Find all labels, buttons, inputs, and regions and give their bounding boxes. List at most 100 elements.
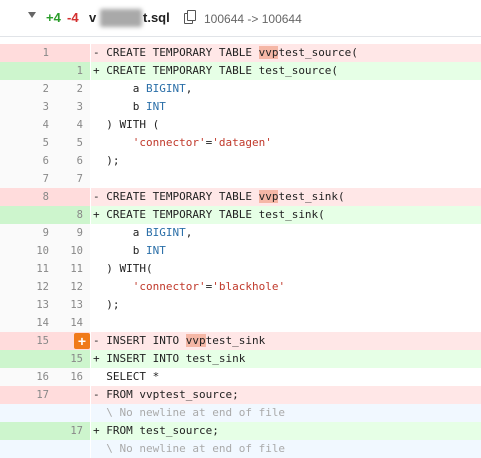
code-content: ); [91,296,481,314]
new-line-number: 17 [70,425,83,437]
context-line[interactable]: 77 [0,170,481,188]
file-mode-change: 100644 -> 100644 [204,12,302,26]
context-line[interactable]: 6 6 ); [0,152,481,170]
context-line[interactable]: 3 3 b INT [0,98,481,116]
code-token: ) WITH( [106,262,153,275]
context-line[interactable]: 5 5 'connector'='datagen' [0,134,481,152]
new-line-number: 12 [70,281,83,293]
new-line-number: 5 [76,137,83,149]
code-token: 'datagen' [212,136,272,149]
new-line-number: 15 [70,353,83,365]
diff-marker [93,154,106,167]
old-line-number: 7 [42,173,49,185]
new-line-number [56,404,83,422]
code-token: a [106,82,146,95]
old-line-number [22,422,49,440]
plus-icon[interactable]: + [74,333,90,349]
code-content: - INSERT INTO vvptest_sink [91,332,481,350]
diff-marker: - [93,388,107,401]
old-line-number: 9 [42,227,49,239]
filename-prefix[interactable]: v [89,10,96,26]
context-line[interactable]: 14 14 [0,314,481,332]
context-line[interactable]: 4 4 ) WITH ( [0,116,481,134]
diff-marker [93,262,106,275]
code-content: b INT [91,98,481,116]
added-line[interactable]: 1 + CREATE TEMPORARY TABLE test_source( [0,62,481,80]
code-content: 'connector'='datagen' [91,134,481,152]
old-line-number: 4 [42,119,49,131]
code-content: SELECT * [91,368,481,386]
added-line[interactable]: 15 + INSERT INTO test_sink [0,350,481,368]
code-content: + INSERT INTO test_sink [91,350,481,368]
old-line-number [22,350,49,368]
context-line[interactable]: 13 13 ); [0,296,481,314]
redacted-filename [100,9,142,27]
new-line-number: 4 [76,119,83,131]
diff-marker: - [93,334,107,347]
diff-marker [93,82,106,95]
code-token: BIGINT [146,82,186,95]
diff-marker: + [93,352,107,365]
old-line-number: 6 [42,155,49,167]
context-line[interactable]: 11 11 ) WITH( [0,260,481,278]
new-line-number: 16 [70,371,83,383]
code-token: b [106,244,146,257]
old-line-number: 16 [36,371,49,383]
context-line[interactable]: 9 9 a BIGINT, [0,224,481,242]
code-token: test_source; [139,424,219,437]
deleted-line[interactable]: 17 - FROM vvptest_source; [0,386,481,404]
new-line-number: 2 [76,83,83,95]
diff-view: 1 - CREATE TEMPORARY TABLE vvptest_source… [0,44,481,458]
code-content: - CREATE TEMPORARY TABLE vvptest_source( [91,44,481,62]
diff-marker [93,442,106,455]
deleted-line[interactable]: 8 - CREATE TEMPORARY TABLE vvptest_sink( [0,188,481,206]
code-content: ); [91,152,481,170]
old-line-number [22,206,49,224]
code-token: test_sink [185,352,246,365]
new-line-number: 1 [76,65,83,77]
context-line[interactable]: 10 10 b INT [0,242,481,260]
code-content: - CREATE TEMPORARY TABLE vvptest_sink( [91,188,481,206]
copy-icon[interactable] [184,10,196,24]
code-token: ); [106,154,120,167]
code-token: b [106,100,146,113]
new-line-number: 13 [70,299,83,311]
diff-marker: + [93,208,107,221]
no-newline-note[interactable]: \ No newline at end of file [0,404,481,422]
code-token: CREATE TEMPORARY TABLE [106,208,259,221]
deleted-line[interactable]: 15 + - INSERT INTO vvptest_sink [0,332,481,350]
added-line[interactable]: 8 + CREATE TEMPORARY TABLE test_sink( [0,206,481,224]
old-line-number: 10 [36,245,49,257]
context-line[interactable]: 12 12 'connector'='blackhole' [0,278,481,296]
context-line[interactable]: 2 2 a BIGINT, [0,80,481,98]
code-content: \ No newline at end of file [91,440,481,458]
code-content: ) WITH( [91,260,481,278]
code-token: INT [146,100,166,113]
code-content: - FROM vvptest_source; [91,386,481,404]
filename-suffix[interactable]: t.sql [143,10,170,26]
context-line[interactable]: 16 16 SELECT * [0,368,481,386]
deleted-line[interactable]: 1 - CREATE TEMPORARY TABLE vvptest_source… [0,44,481,62]
diff-marker: - [93,190,107,203]
code-token: a [106,226,146,239]
old-line-number: 3 [42,101,49,113]
code-token: CREATE TEMPORARY TABLE [106,64,259,77]
code-token: CREATE TEMPORARY TABLE [106,46,259,59]
code-token: ); [106,298,120,311]
code-token: FROM [106,388,140,401]
added-line[interactable]: 17 + FROM test_source; [0,422,481,440]
no-newline-note[interactable]: \ No newline at end of file [0,440,481,458]
diff-marker [93,226,106,239]
old-line-number: 17 [36,389,49,401]
diff-marker [93,298,106,311]
code-token: \ No newline at end of file [106,406,286,419]
code-token: * [152,370,160,383]
code-content: a BIGINT, [91,80,481,98]
chevron-down-icon[interactable] [28,12,36,18]
code-token: FROM [106,424,140,437]
new-line-number: 3 [76,101,83,113]
code-token: INT [146,244,166,257]
old-line-number [22,62,49,80]
diff-marker [93,136,106,149]
old-line-number: 14 [36,317,49,329]
